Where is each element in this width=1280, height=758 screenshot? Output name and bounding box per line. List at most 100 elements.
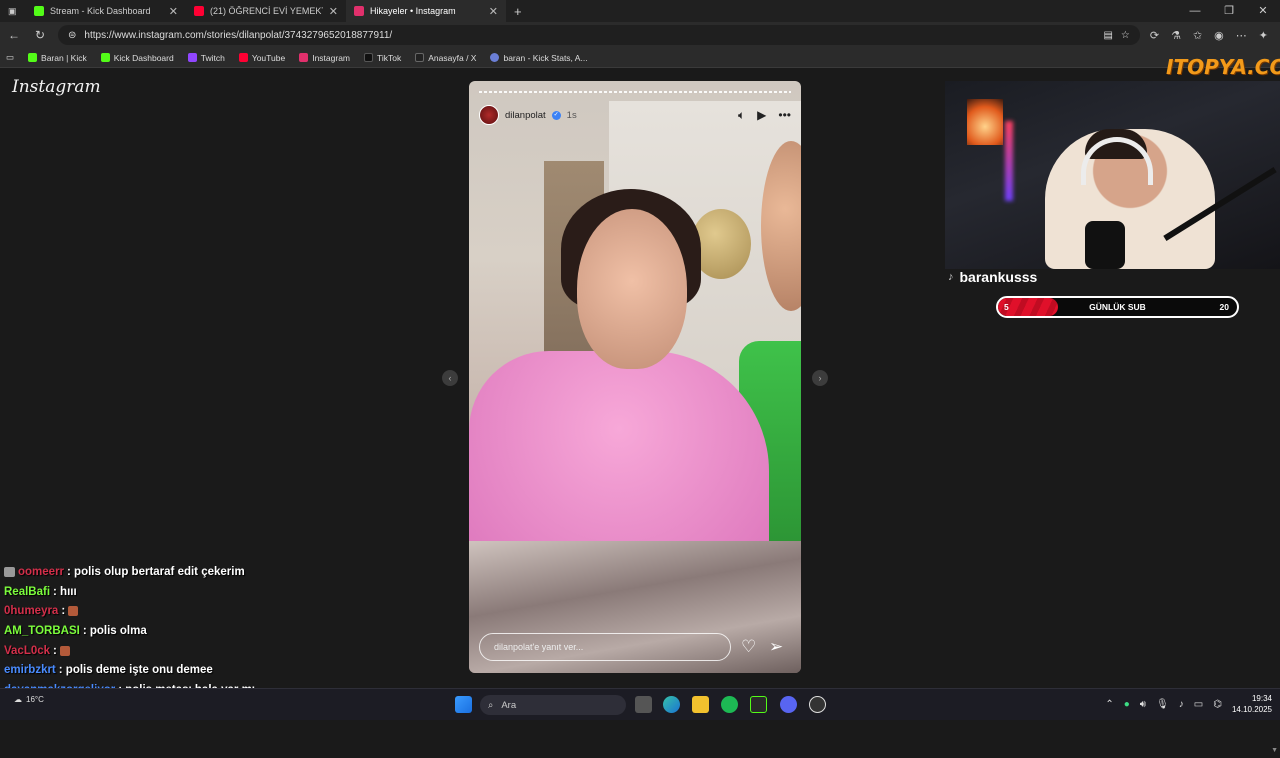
window-controls: — ❐ ✕: [1178, 0, 1280, 22]
tab-title: Stream - Kick Dashboard: [50, 6, 151, 16]
heart-icon[interactable]: ♡: [741, 637, 756, 657]
chat-emote-icon: [59, 645, 70, 656]
tab-instagram-stories[interactable]: Hikayeler • Instagram ✕: [346, 0, 506, 22]
speaker-icon[interactable]: ♪: [1179, 699, 1184, 710]
new-tab-button[interactable]: +: [506, 0, 536, 22]
bookmark-instagram[interactable]: Instagram: [299, 53, 350, 63]
profile-avatar[interactable]: ◉: [1214, 29, 1224, 42]
taskbar-search[interactable]: ⌕ Ara: [480, 695, 626, 715]
extensions-icon[interactable]: ⟳: [1150, 29, 1159, 42]
story-header: dilanpolat ✓ 1s 🔈︎ ▶ •••: [479, 103, 791, 127]
url-field[interactable]: ⊜ https://www.instagram.com/stories/dila…: [58, 25, 1140, 45]
chat-emote-icon: [68, 606, 79, 617]
tab-bar: ▣ Stream - Kick Dashboard ✕ (21) ÖĞRENCİ…: [0, 0, 1280, 22]
bookmark-label: TikTok: [377, 52, 402, 63]
chat-username: VacL0ck: [4, 644, 51, 657]
close-tab-icon[interactable]: ✕: [329, 5, 338, 18]
display-icon[interactable]: ▭: [1194, 699, 1203, 710]
network-icon[interactable]: ⌬: [1213, 699, 1222, 710]
windows-taskbar: ☁ 16°C ⌕ Ara ⌃ ● 🔊︎ 🎙︎ ♪ ▭ ⌬ 19:34 14.10…: [0, 688, 1280, 720]
page-scrollbar[interactable]: ▼: [1268, 138, 1280, 758]
bookmark-kick-stats[interactable]: baran - Kick Stats, A...: [490, 52, 588, 63]
plus-icon[interactable]: +: [514, 4, 522, 19]
instagram-favicon-icon: [354, 6, 364, 16]
bookmark-label: Twitch: [200, 52, 225, 63]
address-bar-row: ← ↻ ⊜ https://www.instagram.com/stories/…: [0, 22, 1280, 48]
maximize-button[interactable]: ❐: [1212, 0, 1246, 22]
story-controls: 🔈︎ ▶ •••: [738, 108, 791, 123]
tab-kick-dashboard[interactable]: Stream - Kick Dashboard ✕: [26, 0, 186, 22]
chat-message: AM_TORBASI: polis olma: [4, 621, 404, 641]
chat-message: RealBafi: hııı: [4, 582, 404, 602]
close-tab-icon[interactable]: ✕: [489, 5, 498, 18]
bookmark-tiktok[interactable]: TikTok: [364, 53, 401, 63]
previous-story-button[interactable]: ‹: [442, 370, 458, 386]
spotify-icon[interactable]: [721, 696, 738, 713]
favorites-icon[interactable]: ✩: [1193, 29, 1202, 42]
chevron-up-icon[interactable]: ⌃: [1105, 699, 1113, 710]
streamer-name: ♪ barankusss: [948, 269, 1037, 285]
minimize-button[interactable]: —: [1178, 0, 1212, 22]
url-text: https://www.instagram.com/stories/dilanp…: [84, 29, 393, 41]
site-info-icon[interactable]: ⊜: [68, 30, 76, 41]
clock[interactable]: 19:34 14.10.2025: [1232, 693, 1272, 715]
sound-icon[interactable]: 🔈︎: [738, 108, 745, 123]
fireplace-screen: [967, 99, 1003, 145]
send-icon[interactable]: ➢: [769, 637, 783, 657]
weather-widget[interactable]: ☁ 16°C: [14, 695, 44, 704]
bookmark-label: Kick Dashboard: [113, 52, 174, 63]
story-reply-input[interactable]: dilanpolat'e yanıt ver...: [479, 633, 731, 661]
read-mode-icon[interactable]: ▤: [1103, 30, 1112, 41]
file-explorer-icon[interactable]: [692, 696, 709, 713]
start-button[interactable]: [455, 696, 472, 713]
x-icon: [415, 53, 425, 62]
bookmark-label: baran - Kick Stats, A...: [503, 52, 588, 63]
search-icon: ⌕: [488, 699, 494, 711]
chat-text: :: [53, 644, 57, 657]
sub-goal-target: 20: [1219, 302, 1229, 312]
tab-actions-icon[interactable]: ▣: [8, 6, 17, 17]
instagram-logo[interactable]: Instagram: [12, 77, 101, 97]
bookmarks-bar: ▭ Baran | Kick Kick Dashboard Twitch You…: [0, 48, 1280, 68]
mic-icon[interactable]: 🎙︎: [1156, 699, 1169, 710]
kick-app-icon[interactable]: [750, 696, 767, 713]
bookmark-x[interactable]: Anasayfa / X: [415, 53, 476, 63]
scroll-down-icon[interactable]: ▼: [1271, 747, 1278, 754]
chat-message: oomeerr: polis olup bertaraf edit çekeri…: [4, 562, 404, 582]
kick-favicon-icon: [34, 6, 44, 16]
split-screen-icon[interactable]: ⚗: [1171, 29, 1181, 42]
story-avatar[interactable]: [479, 105, 499, 125]
task-view-icon[interactable]: [635, 696, 652, 713]
youtube-favicon-icon: [194, 6, 204, 16]
tab-menu[interactable]: ▣: [0, 0, 26, 22]
next-story-button[interactable]: ›: [812, 370, 828, 386]
twitch-icon: [187, 53, 197, 62]
search-label: Ara: [501, 699, 517, 711]
status-dot-icon[interactable]: ●: [1124, 699, 1130, 710]
verified-badge-icon: ✓: [551, 110, 561, 120]
story-viewer[interactable]: dilanpolat ✓ 1s 🔈︎ ▶ ••• dilanpolat'e ya…: [469, 81, 801, 673]
obs-icon[interactable]: [809, 696, 826, 713]
bookmark-twitch[interactable]: Twitch: [187, 52, 225, 63]
close-tab-icon[interactable]: ✕: [169, 5, 178, 18]
story-username[interactable]: dilanpolat: [505, 110, 546, 121]
refresh-icon[interactable]: ↻: [32, 28, 48, 42]
youtube-icon: [238, 53, 248, 62]
edge-icon[interactable]: [663, 696, 680, 713]
collections-icon[interactable]: ▭: [6, 52, 14, 63]
close-window-button[interactable]: ✕: [1246, 0, 1280, 22]
bookmark-kick-dashboard[interactable]: Kick Dashboard: [100, 52, 174, 63]
discord-icon[interactable]: [780, 696, 797, 713]
back-arrow-icon[interactable]: ←: [6, 28, 22, 42]
tab-youtube[interactable]: (21) ÖĞRENCİ EVİ YEMEKTEYİZ 1 ✕: [186, 0, 346, 22]
volume-icon[interactable]: 🔊︎: [1140, 699, 1146, 710]
copilot-icon[interactable]: ✦: [1259, 29, 1268, 42]
bookmark-baran-kick[interactable]: Baran | Kick: [28, 53, 87, 63]
chat-username: emirbzkrt: [4, 664, 56, 677]
more-icon[interactable]: •••: [778, 108, 791, 123]
bookmark-youtube[interactable]: YouTube: [238, 53, 285, 63]
play-icon[interactable]: ▶: [757, 108, 766, 123]
more-menu-icon[interactable]: ⋯: [1236, 29, 1247, 42]
tab-title: Hikayeler • Instagram: [370, 6, 456, 16]
favorite-star-icon[interactable]: ☆: [1121, 30, 1130, 41]
